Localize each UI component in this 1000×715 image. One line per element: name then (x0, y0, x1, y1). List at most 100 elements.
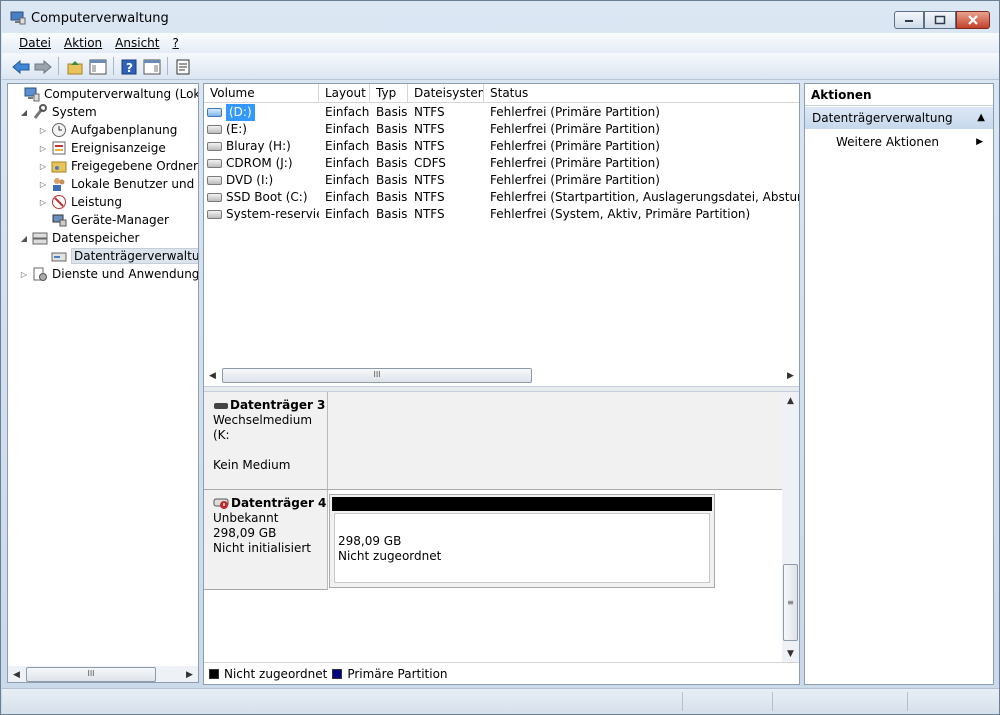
services-icon (33, 267, 47, 281)
disk-4-label[interactable]: Datenträger 4 Unbekannt 298,09 GB Nicht … (204, 490, 328, 590)
disk-view-vertical-scrollbar[interactable]: ▲ ≡ ▼ (782, 392, 799, 662)
unallocated-partition-bar (332, 497, 712, 511)
tree-item-dienste-und-anwendungen[interactable]: ▷ Dienste und Anwendungen (18, 265, 198, 283)
collapse-triangle-icon[interactable]: ▲ (977, 107, 985, 129)
scroll-right-icon[interactable]: ▶ (181, 666, 198, 682)
scroll-left-icon[interactable]: ◀ (8, 666, 25, 682)
actions-section-datentraegerverwaltung[interactable]: Datenträgerverwaltung ▲ (805, 107, 993, 129)
menu-datei[interactable]: Datei (19, 36, 51, 50)
column-header-volume[interactable]: Volume (204, 84, 319, 103)
help-button[interactable]: ? (119, 57, 139, 76)
disk-graphical-view: Datenträger 3 Wechselmedium (K: Kein Med… (204, 392, 782, 662)
toolbar: ? (2, 53, 999, 80)
volume-row[interactable]: (E:) Einfach Basis NTFS Fehlerfrei (Prim… (204, 121, 799, 138)
show-hide-action-pane-button[interactable] (142, 57, 162, 76)
menu-ansicht[interactable]: Ansicht (115, 36, 159, 50)
tree-item-ereignisanzeige[interactable]: ▷ Ereignisanzeige (37, 139, 166, 157)
disk-4-partition[interactable]: 298,09 GB Nicht zugeordnet (329, 494, 715, 588)
menu-help[interactable]: ? (172, 36, 178, 50)
svg-text:?: ? (126, 61, 133, 75)
scroll-left-icon[interactable]: ◀ (204, 367, 221, 384)
window-title: Computerverwaltung (31, 11, 169, 26)
volume-row[interactable]: Bluray (H:) Einfach Basis NTFS Fehlerfre… (204, 138, 799, 155)
drive-icon (207, 210, 222, 219)
drive-icon (207, 108, 222, 117)
column-header-layout[interactable]: Layout (319, 84, 370, 103)
tree-item-lokale-benutzer[interactable]: ▷ Lokale Benutzer und Gruppen (37, 175, 198, 193)
computer-icon (24, 87, 40, 102)
disk-3-label[interactable]: Datenträger 3 Wechselmedium (K: Kein Med… (204, 392, 328, 490)
scroll-right-icon[interactable]: ▶ (782, 367, 799, 384)
properties-icon (176, 59, 190, 74)
device-manager-icon (52, 214, 67, 227)
disk-view-scroll-thumb[interactable]: ≡ (783, 564, 798, 641)
console-tree-icon (89, 59, 107, 74)
performance-icon (52, 195, 66, 209)
volume-row[interactable]: System-reserviert Einfach Basis NTFS Feh… (204, 206, 799, 223)
volume-list-header: Volume Layout Typ Dateisystem Status (204, 84, 799, 103)
users-icon (53, 178, 65, 191)
menu-bar: Datei Aktion Ansicht ? (2, 33, 999, 53)
tree-item-datentraegerverwaltung[interactable]: Datenträgerverwaltung (37, 247, 198, 265)
action-pane-icon (143, 59, 161, 74)
shared-folder-icon (51, 161, 67, 173)
status-bar (2, 688, 999, 714)
volume-row[interactable]: DVD (I:) Einfach Basis NTFS Fehlerfrei (… (204, 172, 799, 189)
storage-icon (32, 232, 48, 245)
forward-button[interactable] (33, 57, 53, 76)
forward-arrow-icon (34, 59, 52, 74)
menu-aktion[interactable]: Aktion (64, 36, 102, 50)
column-header-typ[interactable]: Typ (370, 84, 408, 103)
column-header-dateisystem[interactable]: Dateisystem (408, 84, 484, 103)
disk-warning-icon (213, 498, 229, 509)
legend-swatch-primary (332, 668, 343, 679)
close-button[interactable] (956, 11, 990, 29)
back-arrow-icon (12, 59, 30, 74)
volume-row[interactable]: CDROM (J:) Einfach Basis CDFS Fehlerfrei… (204, 155, 799, 172)
back-button[interactable] (11, 57, 31, 76)
cd-drive-icon (207, 159, 222, 168)
disk-management-panel: Volume Layout Typ Dateisystem Status (D:… (203, 83, 800, 685)
actions-item-weitere-aktionen[interactable]: Weitere Aktionen ▶ (805, 132, 993, 152)
tree-horizontal-scrollbar[interactable]: ◀ III ▶ (8, 666, 198, 682)
drive-icon (207, 176, 222, 185)
volume-row[interactable]: SSD Boot (C:) Einfach Basis NTFS Fehlerf… (204, 189, 799, 206)
volume-list-horizontal-scrollbar[interactable]: ◀ III ▶ (204, 367, 799, 384)
tree-item-computerverwaltung[interactable]: Computerverwaltung (Lokal) (10, 85, 198, 103)
removable-disk-icon (214, 402, 228, 409)
scroll-up-icon[interactable]: ▲ (782, 392, 799, 409)
legend: Nicht zugeordnet Primäre Partition (204, 662, 799, 684)
computer-management-app-icon (10, 11, 26, 25)
tree-item-freigegebene-ordner[interactable]: ▷ Freigegebene Ordner (37, 157, 198, 175)
folder-up-icon (67, 60, 83, 74)
tools-icon (33, 104, 47, 119)
volume-row[interactable]: (D:) Einfach Basis NTFS Fehlerfrei (Prim… (204, 104, 799, 121)
volume-list-scroll-thumb[interactable]: III (222, 368, 532, 383)
disk-management-icon (51, 252, 67, 262)
tree-scroll-thumb[interactable]: III (26, 667, 156, 682)
up-one-level-button[interactable] (65, 57, 85, 76)
maximize-button[interactable] (924, 11, 956, 29)
maximize-icon (934, 15, 946, 25)
drive-icon (207, 125, 222, 134)
tree-item-datenspeicher[interactable]: ◢ Datenspeicher (18, 229, 139, 247)
minimize-icon (905, 20, 913, 22)
properties-button[interactable] (173, 57, 193, 76)
tree-item-geraete-manager[interactable]: Geräte-Manager (37, 211, 169, 229)
legend-label-primary: Primäre Partition (347, 666, 448, 681)
actions-pane: Aktionen Datenträgerverwaltung ▲ Weitere… (804, 83, 994, 685)
scroll-down-icon[interactable]: ▼ (782, 645, 799, 662)
minimize-button[interactable] (894, 11, 924, 29)
close-icon (968, 15, 978, 25)
tree-item-aufgabenplanung[interactable]: ▷ Aufgabenplanung (37, 121, 177, 139)
legend-swatch-unallocated (209, 668, 219, 679)
tree-item-leistung[interactable]: ▷ Leistung (37, 193, 122, 211)
legend-label-unallocated: Nicht zugeordnet (224, 666, 328, 681)
computer-management-window: Computerverwaltung Datei Aktion Ansicht … (0, 0, 1000, 715)
show-hide-console-tree-button[interactable] (88, 57, 108, 76)
help-icon: ? (121, 59, 137, 75)
column-header-status[interactable]: Status (484, 84, 799, 103)
drive-icon (207, 142, 222, 151)
drive-icon (207, 193, 222, 202)
tree-item-system[interactable]: ◢ System (18, 103, 97, 121)
